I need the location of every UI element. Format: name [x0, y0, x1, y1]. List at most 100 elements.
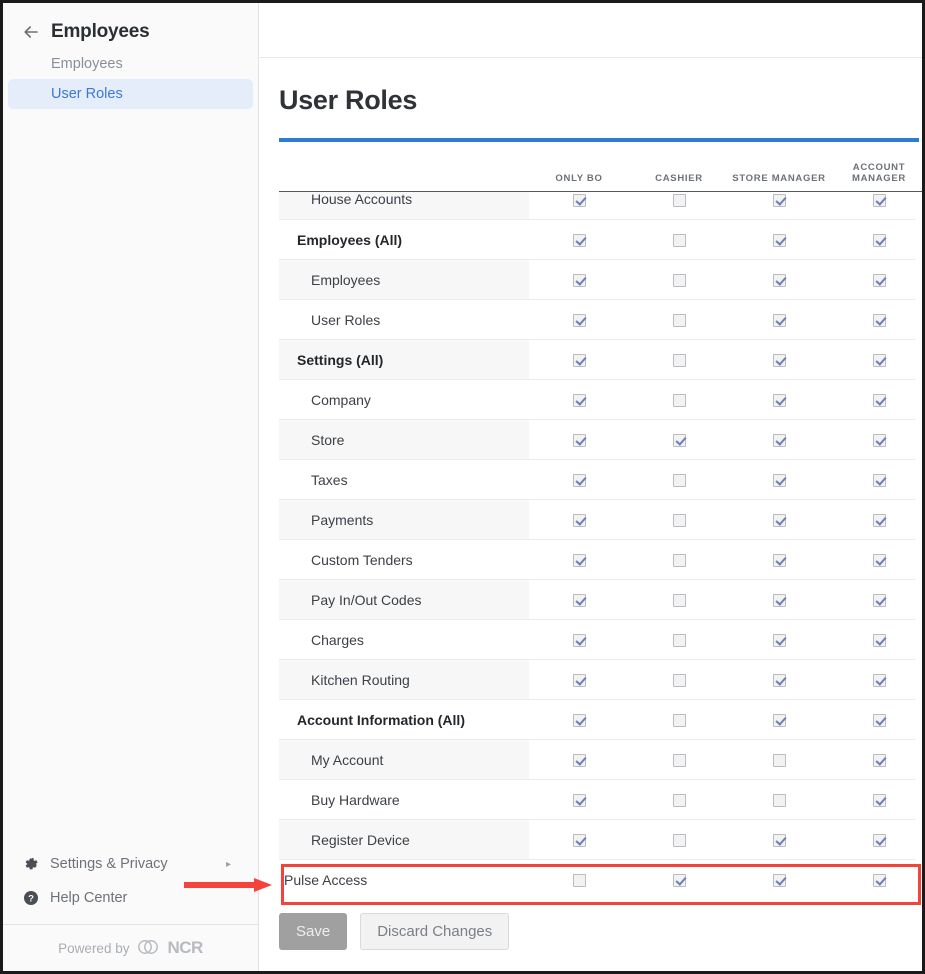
checkbox-only-bo[interactable] [572, 754, 586, 768]
checkbox-store-manager[interactable] [772, 434, 786, 448]
checkbox-only-bo[interactable] [572, 554, 586, 568]
checkbox-account-manager[interactable] [872, 394, 886, 408]
checkbox-account-manager[interactable] [872, 754, 886, 768]
checkbox-account-manager[interactable] [872, 714, 886, 728]
checkbox-account-manager[interactable] [872, 514, 886, 528]
checkbox-store-manager[interactable] [772, 674, 786, 688]
cell-only-bo [529, 379, 629, 420]
checkbox-store-manager[interactable] [772, 514, 786, 528]
checkbox-cashier[interactable] [672, 314, 686, 328]
cell-account-manager [829, 379, 916, 420]
checkbox-only-bo[interactable] [572, 794, 586, 808]
sidebar-item-settings-privacy[interactable]: Settings & Privacy ▸ [3, 847, 258, 881]
checkbox-cashier[interactable] [672, 834, 686, 848]
row-label: Register Device [279, 819, 529, 860]
cell-account-manager [829, 459, 916, 500]
back-arrow-icon[interactable] [21, 22, 41, 42]
permissions-scroll-viewport[interactable]: House Accounts Employees (All) Employees Us… [279, 191, 916, 899]
checkbox-store-manager[interactable] [772, 474, 786, 488]
checkbox-account-manager[interactable] [872, 274, 886, 288]
sidebar-item-user-roles[interactable]: User Roles [8, 79, 253, 109]
row-label: Pay In/Out Codes [279, 579, 529, 620]
checkbox-account-manager[interactable] [872, 794, 886, 808]
checkbox-only-bo[interactable] [572, 274, 586, 288]
checkbox-cashier[interactable] [672, 554, 686, 568]
checkbox-store-manager[interactable] [772, 594, 786, 608]
checkbox-account-manager[interactable] [872, 474, 886, 488]
checkbox-cashier[interactable] [672, 794, 686, 808]
checkbox-only-bo[interactable] [572, 714, 586, 728]
checkbox-cashier[interactable] [672, 474, 686, 488]
cell-cashier [629, 539, 729, 580]
row-label: Account Information (All) [279, 699, 529, 740]
table-row: Register Device [279, 819, 916, 860]
checkbox-account-manager[interactable] [872, 234, 886, 248]
checkbox-cashier[interactable] [672, 594, 686, 608]
checkbox-account-manager[interactable] [872, 434, 886, 448]
checkbox-store-manager[interactable] [772, 834, 786, 848]
checkbox-cashier[interactable] [672, 234, 686, 248]
checkbox-cashier[interactable] [672, 354, 686, 368]
checkbox-store-manager[interactable] [772, 714, 786, 728]
checkbox-cashier[interactable] [672, 274, 686, 288]
checkbox-only-bo[interactable] [572, 594, 586, 608]
cell-cashier [629, 699, 729, 740]
checkbox-account-manager[interactable] [872, 194, 886, 208]
checkbox-cashier[interactable] [672, 674, 686, 688]
checkbox-only-bo[interactable] [572, 514, 586, 528]
checkbox-only-bo[interactable] [572, 874, 586, 888]
checkbox-cashier[interactable] [672, 634, 686, 648]
checkbox-account-manager[interactable] [872, 354, 886, 368]
sidebar-item-employees[interactable]: Employees [8, 49, 253, 79]
save-button[interactable]: Save [279, 912, 348, 950]
checkbox-account-manager[interactable] [872, 554, 886, 568]
cell-cashier [629, 379, 729, 420]
checkbox-account-manager[interactable] [872, 634, 886, 648]
checkbox-store-manager[interactable] [772, 554, 786, 568]
checkbox-store-manager[interactable] [772, 634, 786, 648]
checkbox-store-manager[interactable] [772, 354, 786, 368]
cell-account-manager [829, 819, 916, 860]
cell-account-manager [829, 699, 916, 740]
checkbox-account-manager[interactable] [872, 594, 886, 608]
checkbox-cashier[interactable] [672, 194, 686, 208]
checkbox-store-manager[interactable] [772, 194, 786, 208]
checkbox-account-manager[interactable] [872, 874, 886, 888]
checkbox-only-bo[interactable] [572, 674, 586, 688]
table-row: My Account [279, 739, 916, 780]
checkbox-store-manager[interactable] [772, 274, 786, 288]
checkbox-store-manager[interactable] [772, 394, 786, 408]
svg-text:?: ? [28, 894, 34, 905]
checkbox-store-manager[interactable] [772, 234, 786, 248]
sidebar-item-help-center[interactable]: ? Help Center [3, 881, 258, 915]
checkbox-only-bo[interactable] [572, 194, 586, 208]
discard-changes-button[interactable]: Discard Changes [360, 912, 510, 950]
cell-store-manager [729, 499, 829, 540]
checkbox-account-manager[interactable] [872, 674, 886, 688]
checkbox-store-manager[interactable] [772, 794, 786, 808]
checkbox-cashier[interactable] [672, 874, 686, 888]
checkbox-store-manager[interactable] [772, 754, 786, 768]
cell-account-manager [829, 539, 916, 580]
cell-store-manager [729, 739, 829, 780]
checkbox-only-bo[interactable] [572, 634, 586, 648]
checkbox-cashier[interactable] [672, 394, 686, 408]
sidebar-title: Employees [51, 21, 150, 42]
checkbox-store-manager[interactable] [772, 314, 786, 328]
checkbox-only-bo[interactable] [572, 394, 586, 408]
checkbox-only-bo[interactable] [572, 354, 586, 368]
cell-only-bo [529, 499, 629, 540]
checkbox-only-bo[interactable] [572, 234, 586, 248]
checkbox-store-manager[interactable] [772, 874, 786, 888]
checkbox-cashier[interactable] [672, 754, 686, 768]
checkbox-only-bo[interactable] [572, 474, 586, 488]
checkbox-cashier[interactable] [672, 514, 686, 528]
checkbox-only-bo[interactable] [572, 434, 586, 448]
checkbox-cashier[interactable] [672, 714, 686, 728]
checkbox-cashier[interactable] [672, 434, 686, 448]
sidebar: Employees Employees User Roles Settings … [3, 3, 259, 971]
checkbox-only-bo[interactable] [572, 314, 586, 328]
checkbox-account-manager[interactable] [872, 834, 886, 848]
checkbox-account-manager[interactable] [872, 314, 886, 328]
checkbox-only-bo[interactable] [572, 834, 586, 848]
